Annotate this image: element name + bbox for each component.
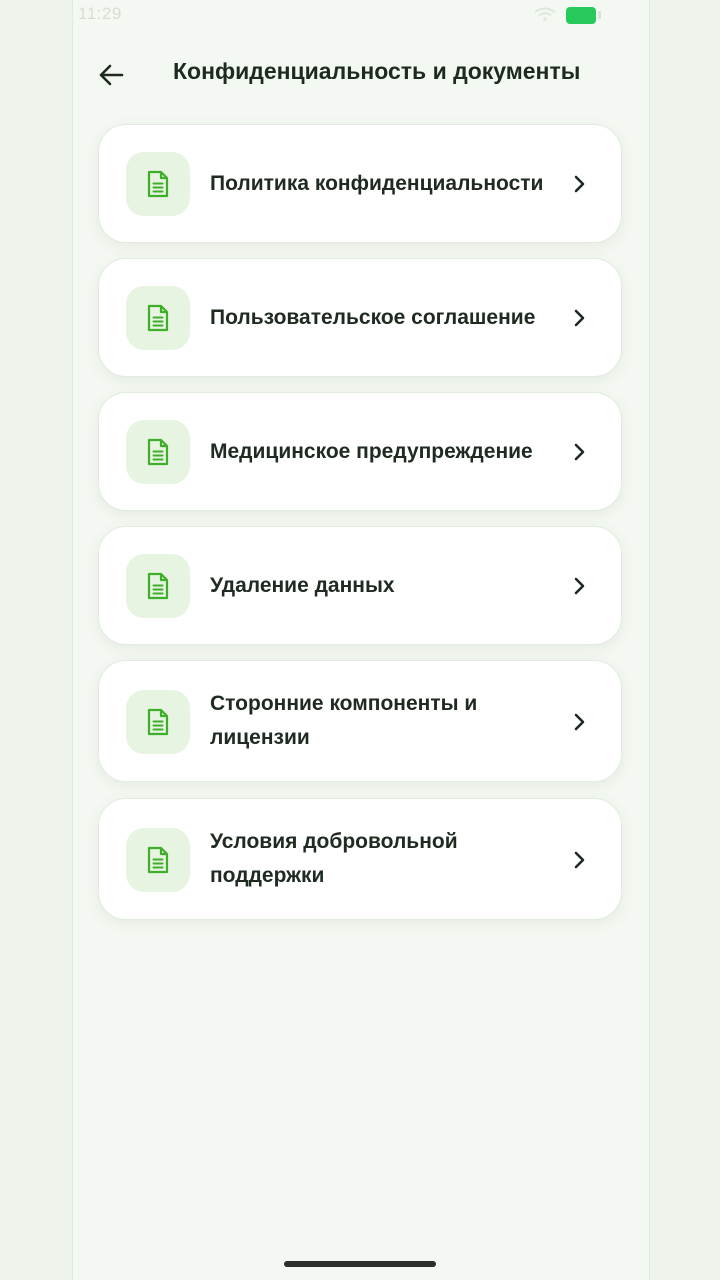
document-item-third-party-licenses[interactable]: Сторонние компоненты и лицензии (98, 660, 622, 782)
page-title: Конфиденциальность и документы (173, 58, 581, 84)
chevron-right-icon (569, 712, 589, 732)
document-item-privacy-policy[interactable]: Политика конфиденциальности (98, 124, 622, 243)
document-item-voluntary-support-terms[interactable]: Условия добровольной поддержки (98, 798, 622, 920)
document-item-label: Сторонние компоненты и лицензии (210, 692, 478, 749)
document-item-label: Условия добровольной поддержки (210, 830, 458, 887)
document-item-data-deletion[interactable]: Удаление данных (98, 526, 622, 645)
document-item-medical-disclaimer[interactable]: Медицинское предупреждение (98, 392, 622, 511)
chevron-right-icon (569, 174, 589, 194)
document-item-label: Политика конфиденциальности (210, 172, 544, 195)
back-button[interactable] (92, 56, 130, 94)
document-icon-wrap (126, 554, 190, 618)
chevron-right-icon (569, 442, 589, 462)
document-item-label: Удаление данных (210, 574, 395, 597)
home-indicator[interactable] (284, 1261, 436, 1267)
document-icon (147, 304, 169, 332)
document-item-label: Медицинское предупреждение (210, 440, 533, 463)
document-icon (147, 572, 169, 600)
battery-icon (566, 7, 596, 24)
document-item-label: Пользовательское соглашение (210, 306, 536, 329)
status-bar: 11:29 (72, 0, 650, 34)
document-icon-wrap (126, 152, 190, 216)
document-icon (147, 846, 169, 874)
status-time: 11:29 (78, 4, 122, 23)
document-icon (147, 438, 169, 466)
document-icon-wrap (126, 828, 190, 892)
battery-tip (598, 11, 601, 19)
screen: 11:29 Конфиденциальность и документы Пол… (0, 0, 720, 1280)
document-icon-wrap (126, 286, 190, 350)
document-icon-wrap (126, 420, 190, 484)
document-icon (147, 170, 169, 198)
header: Конфиденциальность и документы (72, 48, 650, 100)
document-icon-wrap (126, 690, 190, 754)
chevron-right-icon (569, 850, 589, 870)
chevron-right-icon (569, 576, 589, 596)
chevron-right-icon (569, 308, 589, 328)
document-item-user-agreement[interactable]: Пользовательское соглашение (98, 258, 622, 377)
document-icon (147, 708, 169, 736)
arrow-left-icon (99, 64, 124, 86)
wifi-icon (534, 7, 556, 21)
